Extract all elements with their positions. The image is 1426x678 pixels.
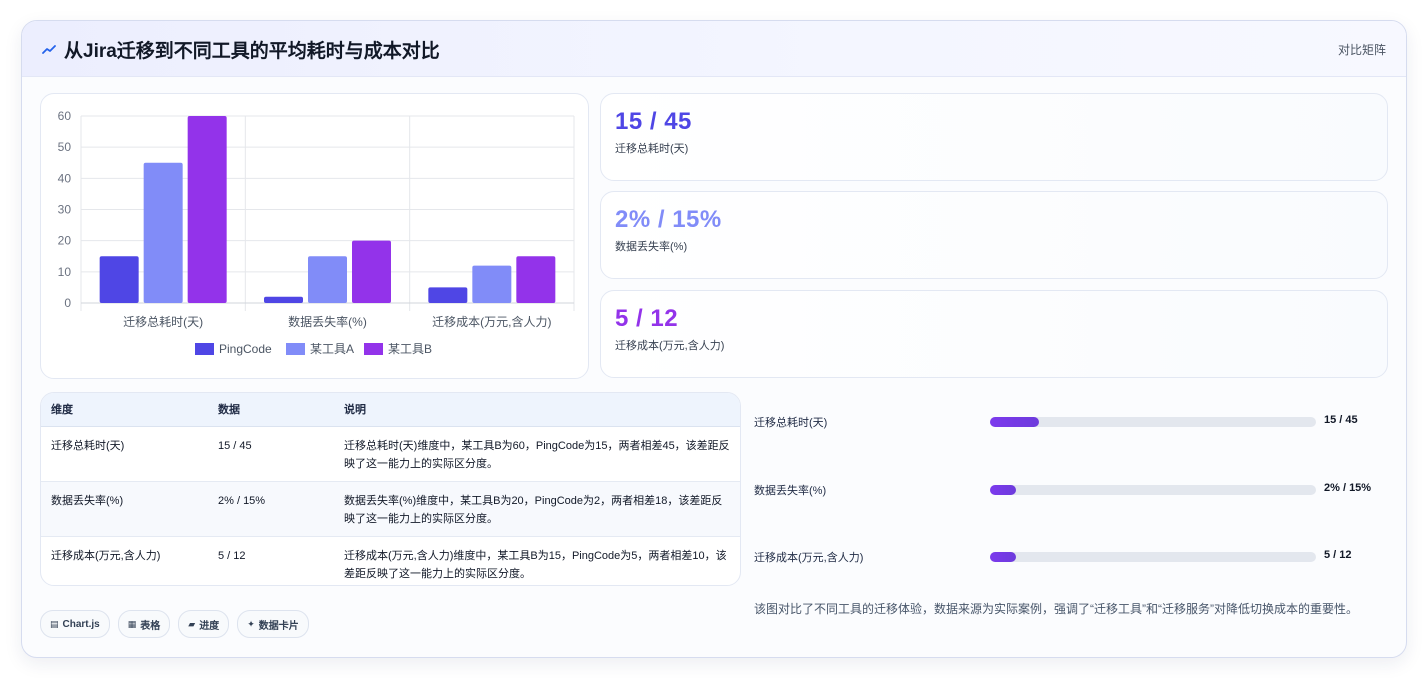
table-cell-data: 5 / 12 <box>218 549 246 562</box>
chip-bar: ▤ Chart.js ▦ 表格 ▰ 进度 ✦ 数据卡片 <box>40 610 309 638</box>
chip-table[interactable]: ▦ 表格 <box>117 610 171 638</box>
table-header-data: 数据 <box>208 393 334 427</box>
kpi-label: 迁移成本(万元,含人力) <box>615 340 725 352</box>
y-tick-label: 0 <box>64 296 71 310</box>
table-row: 迁移总耗时(天) 15 / 45 迁移总耗时(天)维度中，某工具B为60，Pin… <box>41 426 740 482</box>
progress-value: 2% / 15% <box>1324 482 1372 494</box>
chip-progress[interactable]: ▰ 进度 <box>178 610 230 638</box>
header-tag: 对比矩阵 <box>1337 43 1386 57</box>
table-cell-description: 迁移总耗时(天)维度中，某工具B为60，PingCode为15，两者相差45，该… <box>334 426 740 482</box>
kpi-card-cost: 5 / 12 迁移成本(万元,含人力) <box>600 290 1388 378</box>
bar-某工具A-1 <box>308 256 347 303</box>
progress-row-cost: 迁移成本(万元,含人力) 5 / 12 <box>754 547 1394 567</box>
bar-PingCode-0 <box>99 256 139 303</box>
summary-note: 该图对比了不同工具的迁移体验，数据来源为实际案例，强调了“迁移工具”和“迁移服务… <box>754 602 1358 616</box>
kpi-label: 迁移总耗时(天) <box>615 143 689 155</box>
progress-icon: ▰ <box>188 618 196 629</box>
data-table: 维度 数据 说明 迁移总耗时(天) 15 / 45 迁移总耗时(天)维度中，某工… <box>41 393 740 585</box>
progress-track <box>990 485 1316 495</box>
bar-某工具B-2 <box>516 256 556 303</box>
legend-label: 某工具B <box>388 342 432 356</box>
x-tick-label: 迁移成本(万元,含人力) <box>432 314 551 329</box>
kpi-label: 数据丢失率(%) <box>615 241 688 253</box>
kpi-card-loss: 2% / 15% 数据丢失率(%) <box>600 191 1388 279</box>
legend-swatch-1 <box>286 343 305 355</box>
table-cell-dimension: 数据丢失率(%) <box>41 481 208 537</box>
bar-某工具A-0 <box>143 162 183 303</box>
kpi-value: 5 / 12 <box>615 305 679 332</box>
table-cell-data: 15 / 45 <box>208 426 334 482</box>
legend-label: PingCode <box>219 342 272 356</box>
bar-某工具B-0 <box>187 116 227 303</box>
y-tick-label: 60 <box>58 109 72 123</box>
legend-swatch-0 <box>195 343 214 355</box>
progress-label: 迁移成本(万元,含人力) <box>754 552 864 564</box>
chip-label: Chart.js <box>62 618 100 630</box>
x-tick-label: 数据丢失率(%) <box>288 314 367 329</box>
progress-track <box>990 417 1316 427</box>
progress-fill <box>990 552 1017 562</box>
table-cell-dimension: 迁移总耗时(天) <box>41 426 208 482</box>
progress-row-loss: 数据丢失率(%) 2% / 15% <box>754 480 1394 500</box>
x-tick-label: 迁移总耗时(天) <box>123 315 203 329</box>
y-tick-label: 40 <box>58 171 72 185</box>
table-header-description: 说明 <box>334 393 740 427</box>
zigzag-icon <box>42 43 56 57</box>
progress-track <box>990 552 1316 562</box>
kpi-value: 2% / 15% <box>615 206 722 233</box>
kpi-card-duration: 15 / 45 迁移总耗时(天) <box>600 93 1388 181</box>
progress-label: 数据丢失率(%) <box>754 485 827 497</box>
table-cell-description: 数据丢失率(%)维度中，某工具B为20，PingCode为2，两者相差18，该差… <box>334 481 740 537</box>
table-header-row: 维度 数据 说明 <box>41 393 740 427</box>
kpi-value: 15 / 45 <box>615 108 692 135</box>
chip-label: 数据卡片 <box>258 620 299 632</box>
chart-icon: ▤ <box>50 618 59 629</box>
y-tick-label: 30 <box>58 203 72 217</box>
table-icon: ▦ <box>127 618 137 629</box>
progress-value: 15 / 45 <box>1324 414 1358 426</box>
bar-某工具A-2 <box>472 265 512 303</box>
y-tick-label: 50 <box>58 140 72 154</box>
bar-chart: 0 10 20 30 40 50 60 迁移总耗时(天) 数据丢失率(%) 迁移成本(万元,含人力… <box>58 109 575 356</box>
bar-某工具B-1 <box>352 240 391 303</box>
y-tick-label: 10 <box>58 265 72 279</box>
page-title: 从Jira迁移到不同工具的平均耗时与成本对比 <box>64 41 440 62</box>
chart-panel: 0 10 20 30 40 50 60 迁移总耗时(天) 数据丢失率(%) 迁移成本(万元,含人力… <box>40 93 589 379</box>
comparison-card: 从Jira迁移到不同工具的平均耗时与成本对比 对比矩阵 0 10 20 30 40 50 6… <box>21 20 1407 658</box>
progress-row-duration: 迁移总耗时(天) 15 / 45 <box>754 412 1394 432</box>
data-table-panel: 维度 数据 说明 迁移总耗时(天) 15 / 45 迁移总耗时(天)维度中，某工… <box>40 392 741 586</box>
chip-label: 表格 <box>140 620 161 632</box>
sparkle-icon: ✦ <box>247 618 255 629</box>
legend-swatch-2 <box>364 343 383 355</box>
legend-label: 某工具A <box>310 342 354 356</box>
progress-fill <box>990 417 1039 427</box>
progress-fill <box>990 485 1017 495</box>
chip-chartjs[interactable]: ▤ Chart.js <box>40 610 110 638</box>
table-row: 迁移成本(万元,含人力) 5 / 12 迁移成本(万元,含人力)维度中，某工具B… <box>41 536 740 585</box>
chip-label: 进度 <box>199 620 220 632</box>
progress-value: 5 / 12 <box>1324 549 1352 561</box>
chip-data-card[interactable]: ✦ 数据卡片 <box>237 610 309 638</box>
table-cell-dimension: 迁移成本(万元,含人力) <box>51 549 161 562</box>
y-tick-label: 20 <box>58 234 72 248</box>
table-cell-data: 2% / 15% <box>208 481 334 537</box>
table-cell-description: 迁移成本(万元,含人力)维度中，某工具B为15，PingCode为5，两者相差1… <box>344 549 727 580</box>
table-row: 数据丢失率(%) 2% / 15% 数据丢失率(%)维度中，某工具B为20，Pi… <box>41 481 740 537</box>
bar-PingCode-1 <box>264 296 303 303</box>
card-header: 从Jira迁移到不同工具的平均耗时与成本对比 对比矩阵 <box>22 21 1406 77</box>
table-header-dimension: 维度 <box>41 393 208 427</box>
title-wrap: 从Jira迁移到不同工具的平均耗时与成本对比 <box>42 36 440 63</box>
bar-PingCode-2 <box>428 287 468 303</box>
progress-label: 迁移总耗时(天) <box>754 417 828 429</box>
